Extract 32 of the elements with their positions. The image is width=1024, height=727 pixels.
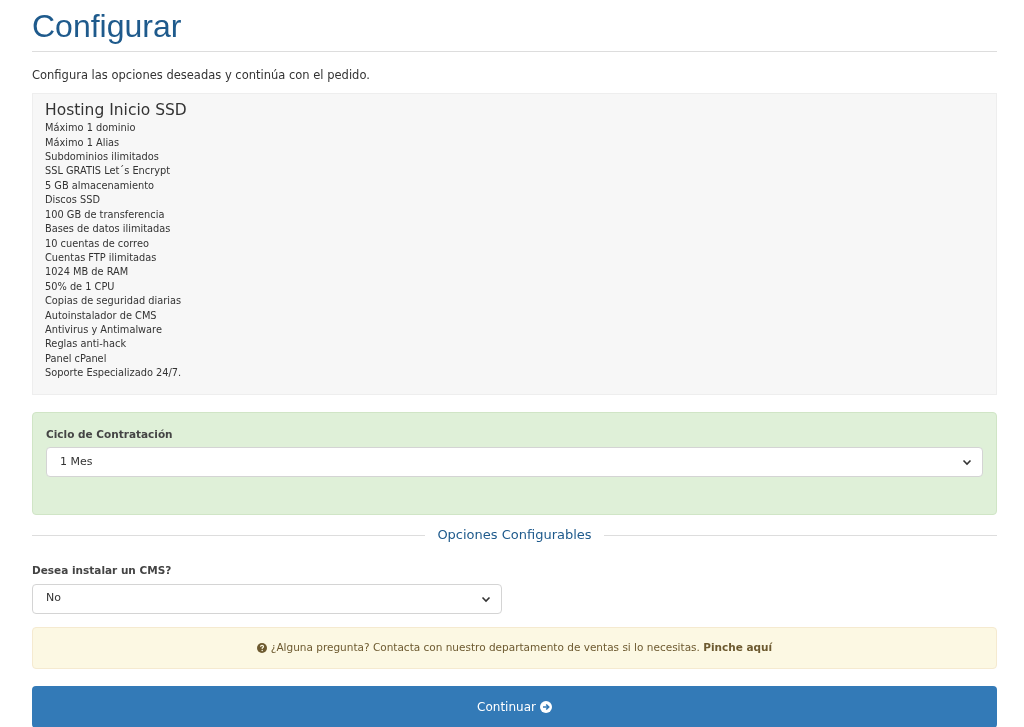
notice-text: ¿Alguna pregunta? Contacta con nuestro departamento de ventas si lo necesitas. Pinche aquí [270,639,773,655]
feature-item: Soporte Especializado 24/7. [45,366,183,381]
select-field[interactable]: 1 Mes [46,447,983,477]
feature-item: Bases de datos ilimitadas [45,222,172,237]
feature-item: Reglas anti-hack [45,337,128,352]
feature-item: Discos SSD [45,193,101,208]
feature-item: 1024 MB de RAM [45,265,130,280]
field-label: Desea instalar un CMS? [32,562,173,578]
feature-item: SSL GRATIS Let´s Encrypt [45,164,172,179]
arrow-circle-right-icon [539,700,552,713]
contact-link[interactable]: Pinche aquí [703,640,773,653]
question-circle-icon [256,642,267,653]
feature-item: 50% de 1 CPU [45,279,116,294]
select-field[interactable]: No [32,583,502,614]
feature-item: Panel cPanel [45,351,108,366]
chevron-down-icon [962,457,972,467]
section-heading: Opciones Configurables [437,526,592,545]
feature-item: 100 GB de transferencia [45,207,166,222]
product-name: Hosting Inicio SSD [45,100,188,122]
feature-item: Máximo 1 dominio [45,121,137,136]
feature-item: 5 GB almacenamiento [45,178,155,193]
feature-item: Antivirus y Antimalware [45,322,163,337]
page-title: Configurar [32,7,183,46]
feature-item: 10 cuentas de correo [45,236,150,251]
continue-button[interactable]: Continuar [32,685,997,727]
feature-item: Autoinstalador de CMS [45,308,158,323]
feature-item: Copias de seguridad diarias [45,294,183,309]
field-label: Ciclo de Contratación [46,427,174,443]
page-description: Configura las opciones deseadas y continúa con el pedido. [32,67,371,84]
feature-item: Cuentas FTP ilimitadas [45,250,158,265]
feature-item: Subdominios ilimitados [45,150,160,165]
feature-item: Máximo 1 Alias [45,135,121,150]
